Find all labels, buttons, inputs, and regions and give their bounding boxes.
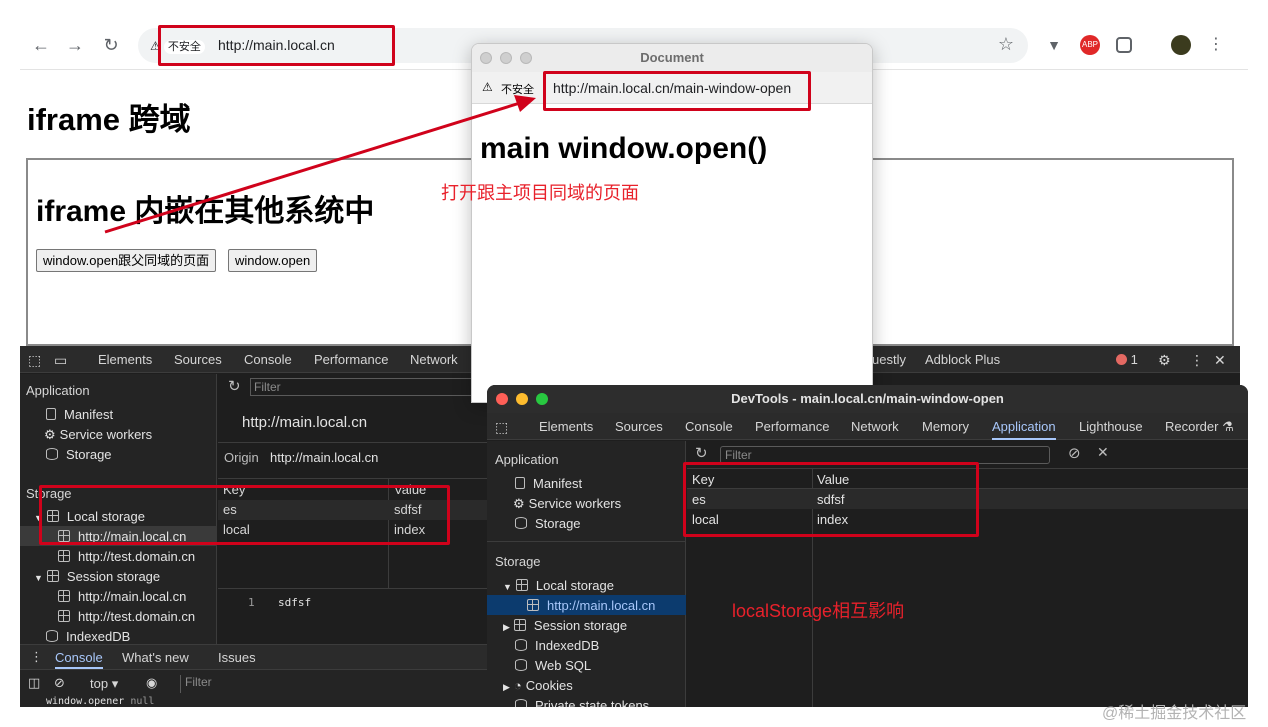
annotation-arrow [104,95,536,234]
arrow-line [104,101,521,234]
annotation-open-same-domain: 打开跟主项目同域的页面 [441,183,639,203]
screenshot-stage: ← → ↻ ⚠ 不安全 http://main.local.cn ☆ ▼ ABP… [0,0,1268,727]
annotation-local-storage-shared: localStorage相互影响 [732,601,905,621]
arrow-head [514,95,536,112]
watermark: @稀土掘金技术社区 [1102,705,1247,722]
